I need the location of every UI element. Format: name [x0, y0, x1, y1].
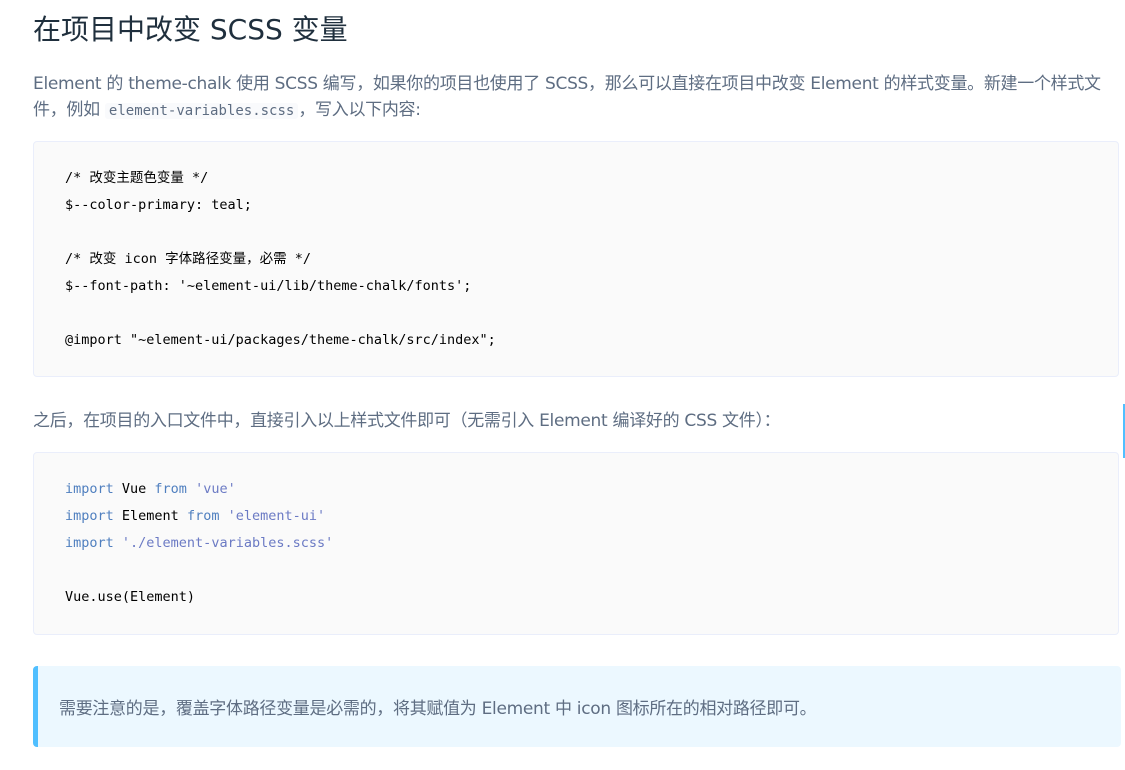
code-line: /* 改变 icon 字体路径变量，必需 */	[65, 251, 312, 267]
tip-text: 需要注意的是，覆盖字体路径变量是必需的，将其赋值为 Element 中 icon…	[59, 699, 817, 719]
code-line: @import "~element-ui/packages/theme-chal…	[65, 332, 496, 348]
code-line: $--font-path: '~element-ui/lib/theme-cha…	[65, 278, 472, 294]
code-keyword: import	[65, 481, 114, 497]
scss-code-block: /* 改变主题色变量 */ $--color-primary: teal; /*…	[33, 141, 1119, 377]
inline-code-filename: element-variables.scss	[104, 103, 299, 119]
entry-paragraph: 之后，在项目的入口文件中，直接引入以上样式文件即可（无需引入 Element 编…	[33, 411, 781, 431]
code-line: $--color-primary: teal;	[65, 197, 252, 213]
js-code-block: import Vue from 'vue' import Element fro…	[33, 452, 1119, 635]
code-keyword: import	[65, 508, 114, 524]
code-line: import Vue from 'vue'	[65, 476, 1087, 503]
intro-text-end: ，写入以下内容:	[298, 100, 421, 120]
code-line: Vue.use(Element)	[65, 589, 196, 605]
code-keyword: from	[186, 508, 220, 524]
code-string: './element-variables.scss'	[113, 535, 334, 551]
code-keyword: from	[154, 481, 187, 497]
code-string: 'element-ui'	[219, 508, 326, 524]
page-title: 在项目中改变 SCSS 变量	[33, 13, 348, 46]
code-line: /* 改变主题色变量 */	[65, 170, 209, 186]
intro-paragraph: Element 的 theme-chalk 使用 SCSS 编写，如果你的项目也…	[33, 71, 1118, 124]
tip-callout: 需要注意的是，覆盖字体路径变量是必需的，将其赋值为 Element 中 icon…	[33, 666, 1121, 747]
code-identifier: Element	[113, 508, 187, 524]
code-identifier: Vue	[113, 481, 155, 497]
code-line: import './element-variables.scss'	[65, 530, 1087, 557]
code-line: import Element from 'element-ui'	[65, 503, 1087, 530]
code-keyword: import	[65, 535, 114, 551]
code-string: 'vue'	[186, 481, 236, 497]
